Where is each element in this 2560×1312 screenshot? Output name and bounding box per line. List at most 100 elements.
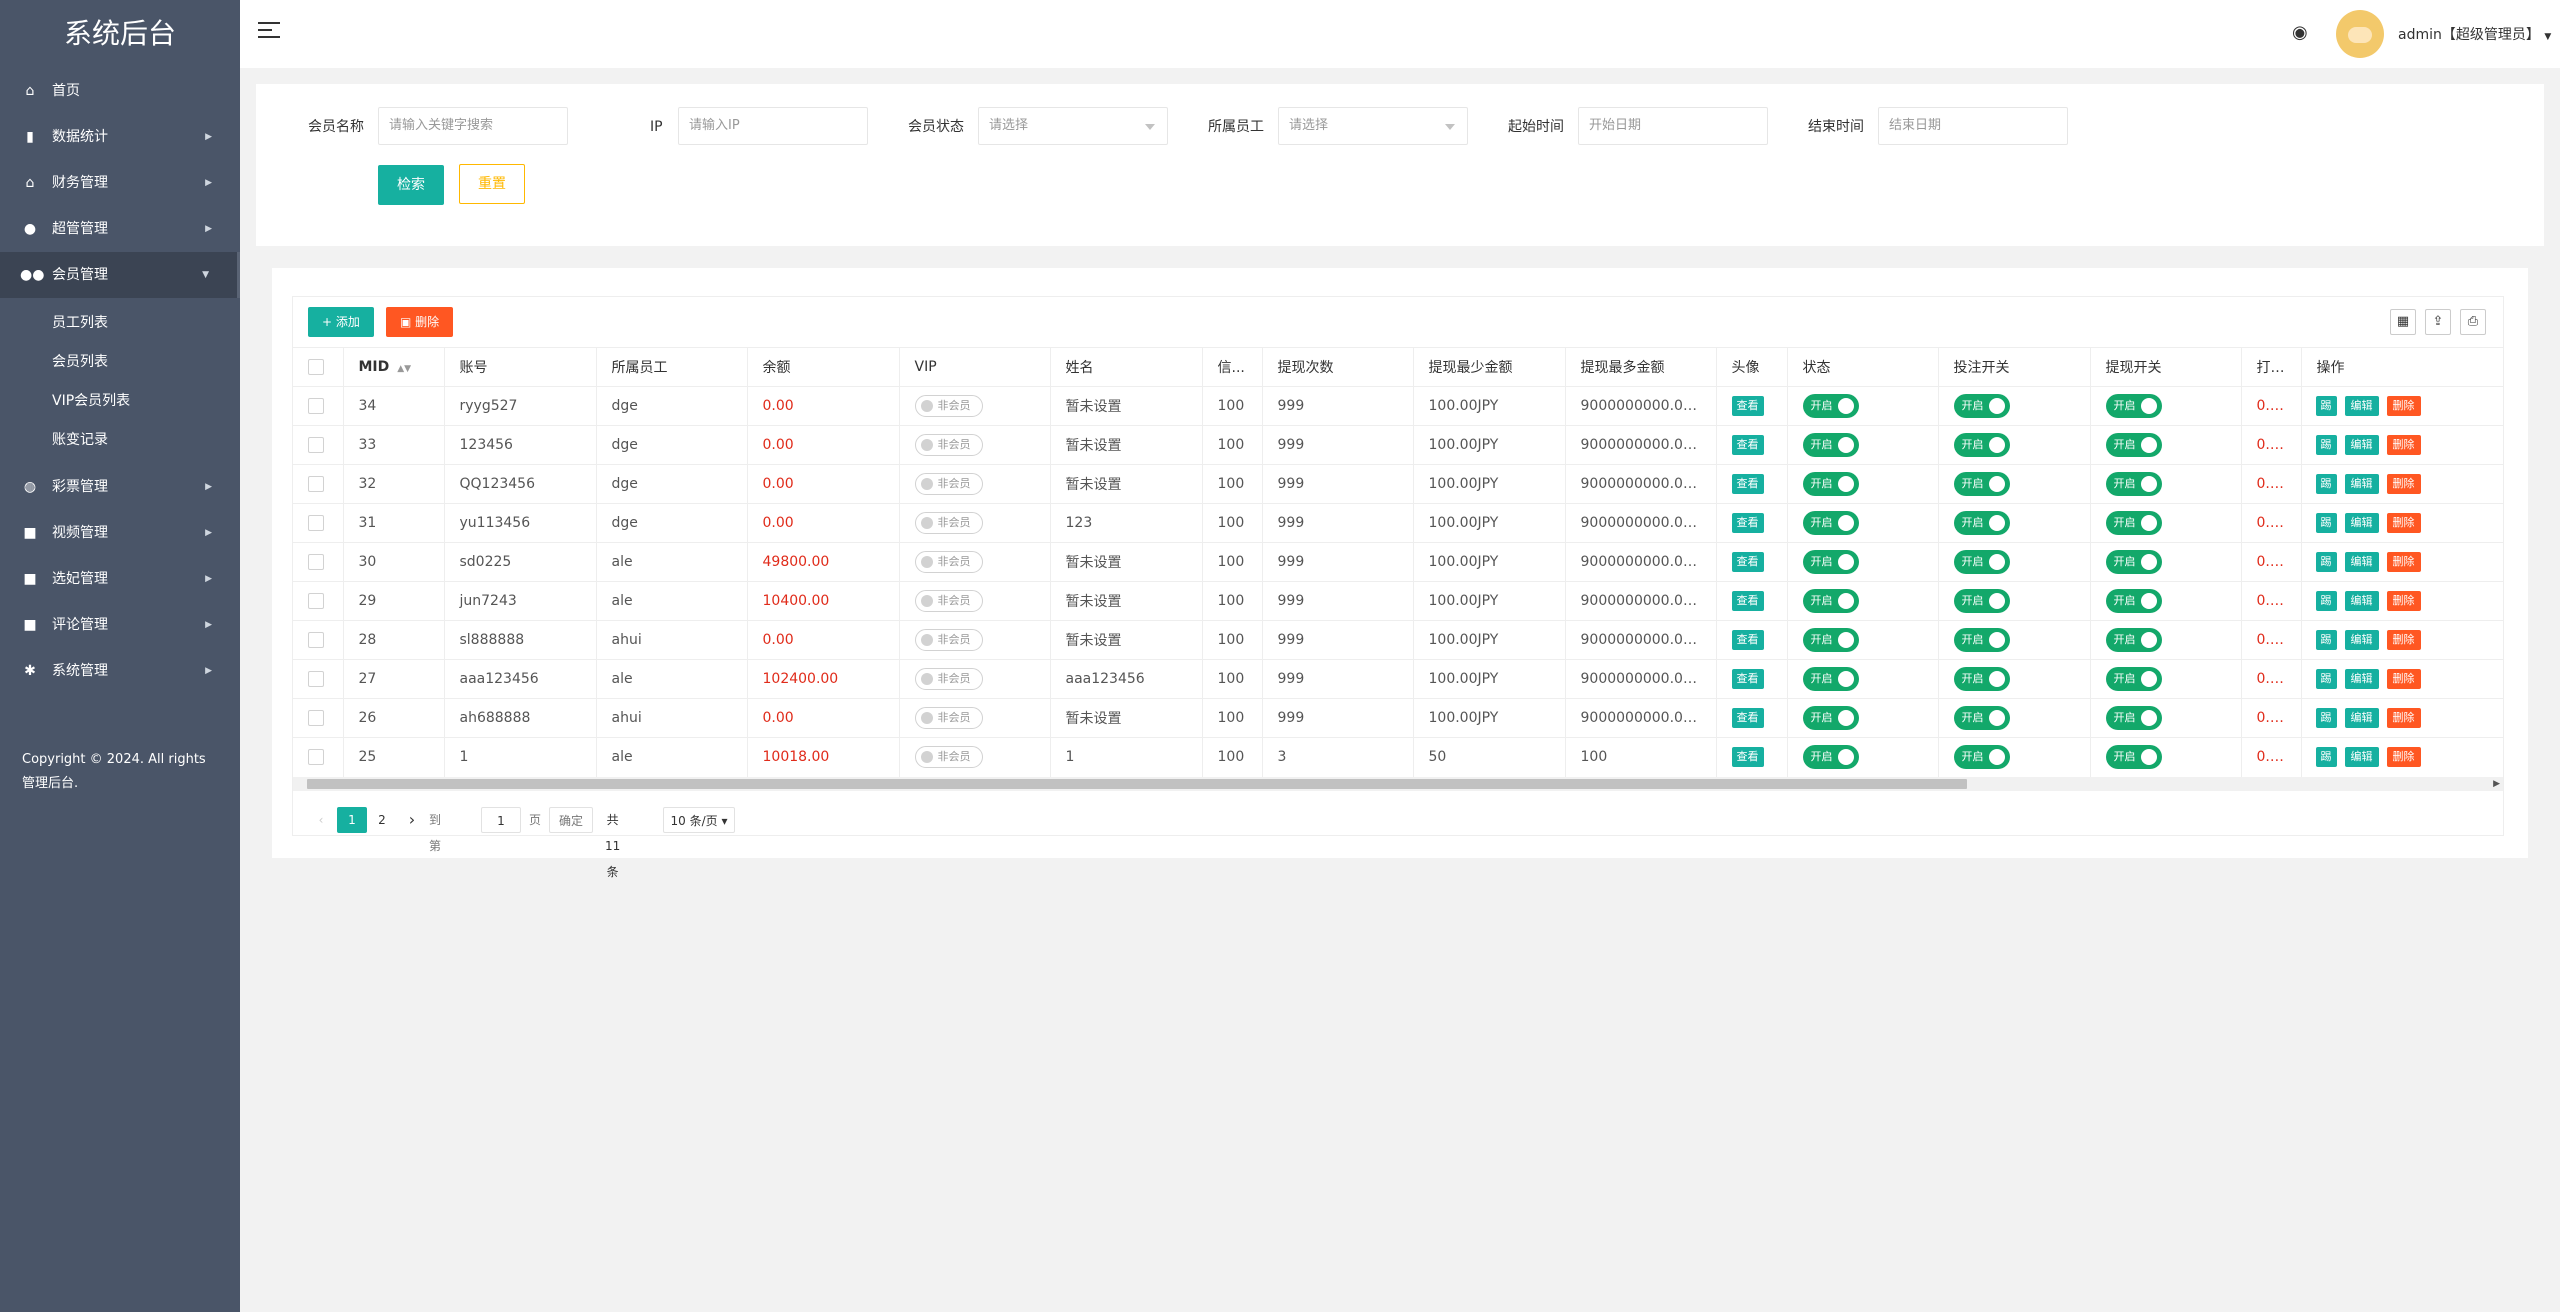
withdraw-switch[interactable]: 开启 — [2105, 550, 2162, 574]
view-avatar-button[interactable]: 查看 — [1731, 630, 1764, 650]
kick-button[interactable]: 踢 — [2315, 435, 2337, 455]
bet-switch[interactable]: 开启 — [1953, 472, 2010, 496]
add-button[interactable]: + 添加 — [308, 307, 374, 337]
sort-icon[interactable]: ▲▼ — [397, 364, 411, 374]
kick-button[interactable]: 踢 — [2315, 747, 2337, 768]
edit-button[interactable]: 编辑 — [2344, 552, 2379, 572]
bet-switch[interactable]: 开启 — [1953, 550, 2010, 574]
sidebar-item[interactable]: ■ 选妃管理 ▶ — [0, 556, 240, 602]
view-avatar-button[interactable]: 查看 — [1731, 552, 1764, 572]
vip-toggle[interactable]: 非会员 — [914, 668, 983, 690]
sidebar-item[interactable]: ⌂ 财务管理 ▶ — [0, 160, 240, 206]
goto-confirm-button[interactable]: 确定 — [549, 807, 593, 833]
edit-button[interactable]: 编辑 — [2344, 747, 2379, 768]
menu-toggle-icon[interactable] — [258, 22, 280, 42]
search-button[interactable]: 检索 — [378, 165, 444, 205]
edit-button[interactable]: 编辑 — [2344, 474, 2379, 494]
row-delete-button[interactable]: 删除 — [2386, 513, 2421, 533]
view-avatar-button[interactable]: 查看 — [1731, 669, 1764, 689]
ip-input[interactable]: 请输入IP — [678, 107, 868, 145]
member-status-select[interactable]: 请选择 — [978, 107, 1168, 145]
sidebar-item[interactable]: ⌂ 首页 — [0, 68, 240, 114]
goto-page-input[interactable]: 1 — [481, 807, 521, 833]
kick-button[interactable]: 踢 — [2315, 708, 2337, 728]
page-2-button[interactable]: 2 — [369, 807, 395, 833]
kick-button[interactable]: 踢 — [2315, 513, 2337, 533]
page-1-button[interactable]: 1 — [337, 807, 367, 833]
sidebar-subitem[interactable]: 员工列表 — [0, 304, 240, 343]
status-switch[interactable]: 开启 — [1802, 550, 1859, 574]
start-date-input[interactable]: 开始日期 — [1578, 107, 1768, 145]
vip-toggle[interactable]: 非会员 — [914, 512, 983, 534]
row-checkbox[interactable] — [308, 554, 324, 570]
status-switch[interactable]: 开启 — [1802, 589, 1859, 613]
vip-toggle[interactable]: 非会员 — [914, 434, 983, 456]
columns-icon[interactable]: ▦ — [2390, 309, 2416, 335]
withdraw-switch[interactable]: 开启 — [2105, 589, 2162, 613]
kick-button[interactable]: 踢 — [2315, 630, 2337, 650]
row-checkbox[interactable] — [308, 593, 324, 609]
row-checkbox[interactable] — [308, 671, 324, 687]
vip-toggle[interactable]: 非会员 — [914, 395, 983, 417]
kick-button[interactable]: 踢 — [2315, 591, 2337, 611]
row-checkbox[interactable] — [308, 515, 324, 531]
sidebar-subitem[interactable]: VIP会员列表 — [0, 382, 240, 421]
next-page-button[interactable]: › — [401, 807, 423, 833]
row-checkbox[interactable] — [308, 476, 324, 492]
sidebar-item[interactable]: ● 超管管理 ▶ — [0, 206, 240, 252]
vip-toggle[interactable]: 非会员 — [914, 590, 983, 612]
row-checkbox[interactable] — [308, 632, 324, 648]
status-switch[interactable]: 开启 — [1802, 706, 1859, 730]
kick-button[interactable]: 踢 — [2315, 552, 2337, 572]
export-icon[interactable]: ⇪ — [2425, 309, 2451, 335]
withdraw-switch[interactable]: 开启 — [2105, 433, 2162, 457]
staff-select[interactable]: 请选择 — [1278, 107, 1468, 145]
vip-toggle[interactable]: 非会员 — [914, 551, 983, 573]
bet-switch[interactable]: 开启 — [1953, 706, 2010, 730]
view-avatar-button[interactable]: 查看 — [1731, 591, 1764, 611]
vip-toggle[interactable]: 非会员 — [914, 746, 983, 769]
edit-button[interactable]: 编辑 — [2344, 591, 2379, 611]
bet-switch[interactable]: 开启 — [1953, 433, 2010, 457]
row-delete-button[interactable]: 删除 — [2386, 747, 2421, 768]
column-header[interactable]: MID ▲▼ — [343, 347, 445, 387]
row-checkbox[interactable] — [308, 749, 324, 766]
kick-button[interactable]: 踢 — [2315, 474, 2337, 494]
row-delete-button[interactable]: 删除 — [2386, 435, 2421, 455]
sidebar-item[interactable]: ■ 视频管理 ▶ — [0, 510, 240, 556]
view-avatar-button[interactable]: 查看 — [1731, 435, 1764, 455]
user-menu[interactable]: admin【超级管理员】 ▼ — [2398, 24, 2551, 44]
row-delete-button[interactable]: 删除 — [2386, 474, 2421, 494]
view-avatar-button[interactable]: 查看 — [1731, 513, 1764, 533]
bet-switch[interactable]: 开启 — [1953, 394, 2010, 418]
withdraw-switch[interactable]: 开启 — [2105, 511, 2162, 535]
edit-button[interactable]: 编辑 — [2344, 708, 2379, 728]
select-all-checkbox[interactable] — [308, 359, 324, 375]
page-size-select[interactable]: 10 条/页 ▾ — [663, 807, 735, 833]
withdraw-switch[interactable]: 开启 — [2105, 706, 2162, 730]
bet-switch[interactable]: 开启 — [1953, 628, 2010, 652]
sidebar-item[interactable]: ✱ 系统管理 ▶ — [0, 648, 240, 694]
horizontal-scrollbar[interactable]: ▶ — [293, 777, 2503, 791]
bet-switch[interactable]: 开启 — [1953, 511, 2010, 535]
withdraw-switch[interactable]: 开启 — [2105, 628, 2162, 652]
row-checkbox[interactable] — [308, 710, 324, 726]
print-icon[interactable]: ⎙ — [2460, 309, 2486, 335]
row-delete-button[interactable]: 删除 — [2386, 630, 2421, 650]
sidebar-item[interactable]: ■ 评论管理 ▶ — [0, 602, 240, 648]
sidebar-item[interactable]: ●● 会员管理 ▼ — [0, 252, 240, 298]
kick-button[interactable]: 踢 — [2315, 396, 2337, 416]
row-delete-button[interactable]: 删除 — [2386, 396, 2421, 416]
row-checkbox[interactable] — [308, 398, 324, 414]
status-switch[interactable]: 开启 — [1802, 628, 1859, 652]
withdraw-switch[interactable]: 开启 — [2105, 745, 2162, 770]
vip-toggle[interactable]: 非会员 — [914, 629, 983, 651]
edit-button[interactable]: 编辑 — [2344, 513, 2379, 533]
vip-toggle[interactable]: 非会员 — [914, 473, 983, 495]
sidebar-item[interactable]: ▮ 数据统计 ▶ — [0, 114, 240, 160]
vip-toggle[interactable]: 非会员 — [914, 707, 983, 729]
scroll-thumb[interactable] — [307, 779, 1967, 789]
edit-button[interactable]: 编辑 — [2344, 630, 2379, 650]
row-delete-button[interactable]: 删除 — [2386, 669, 2421, 689]
row-delete-button[interactable]: 删除 — [2386, 591, 2421, 611]
